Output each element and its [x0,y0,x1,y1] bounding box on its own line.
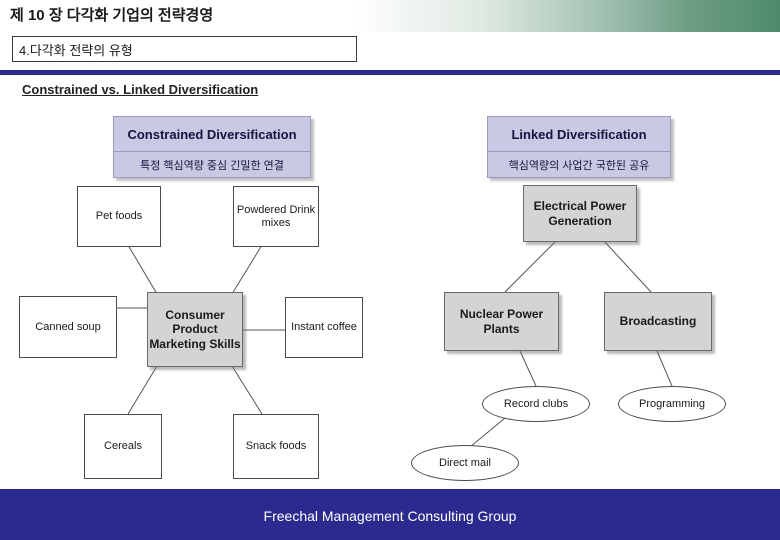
node-direct-mail-label: Direct mail [439,456,491,469]
node-snack-foods: Snack foods [233,414,319,479]
column-header-constrained: Constrained Diversification [113,116,311,152]
page-title: 제 10 장 다각화 기업의 전략경영 [10,7,214,24]
node-direct-mail: Direct mail [411,445,519,481]
node-broadcasting: Broadcasting [604,292,712,351]
column-header-constrained-title: Constrained Diversification [127,126,297,142]
column-header-linked-subtitle: 핵심역량의 사업간 국한된 공유 [508,159,650,172]
node-programming: Programming [618,386,726,422]
node-programming-label: Programming [638,397,706,410]
node-pet-foods-label: Pet foods [95,210,143,223]
column-subtitle-constrained: 특정 핵심역량 중심 긴밀한 연결 [113,152,311,178]
column-header-linked-title: Linked Diversification [511,126,647,142]
node-instant-coffee: Instant coffee [285,297,363,358]
node-powdered-drink-mixes: Powdered Drink mixes [233,186,319,247]
node-electrical-power-generation: Electrical Power Generation [523,185,637,242]
footer-text: Freechal Management Consulting Group [263,508,517,524]
node-canned-soup: Canned soup [19,296,117,358]
header-divider [0,70,780,75]
node-electrical-power-generation-label: Electrical Power Generation [533,199,627,228]
node-consumer-product-marketing-skills: Consumer Product Marketing Skills [147,292,243,367]
node-cereals-label: Cereals [104,440,142,453]
node-consumer-product-marketing-skills-label: Consumer Product Marketing Skills [149,308,241,351]
node-broadcasting-label: Broadcasting [619,314,697,329]
node-record-clubs: Record clubs [482,386,590,422]
section-label: Constrained vs. Linked Diversification [22,82,259,97]
node-instant-coffee-label: Instant coffee [291,321,357,334]
node-cereals: Cereals [84,414,162,479]
node-pet-foods: Pet foods [77,186,161,247]
node-nuclear-power-plants: Nuclear Power Plants [444,292,559,351]
node-powdered-drink-mixes-label: Powdered Drink mixes [236,203,316,229]
column-subtitle-linked: 핵심역량의 사업간 국한된 공유 [487,152,671,178]
column-header-linked: Linked Diversification [487,116,671,152]
node-snack-foods-label: Snack foods [245,440,307,453]
node-record-clubs-label: Record clubs [503,397,569,410]
subtitle-text: 4.다각화 전략의 유형 [19,43,133,58]
node-nuclear-power-plants-label: Nuclear Power Plants [459,307,544,336]
column-header-constrained-subtitle: 특정 핵심역량 중심 긴밀한 연결 [140,159,284,172]
node-canned-soup-label: Canned soup [35,320,101,333]
